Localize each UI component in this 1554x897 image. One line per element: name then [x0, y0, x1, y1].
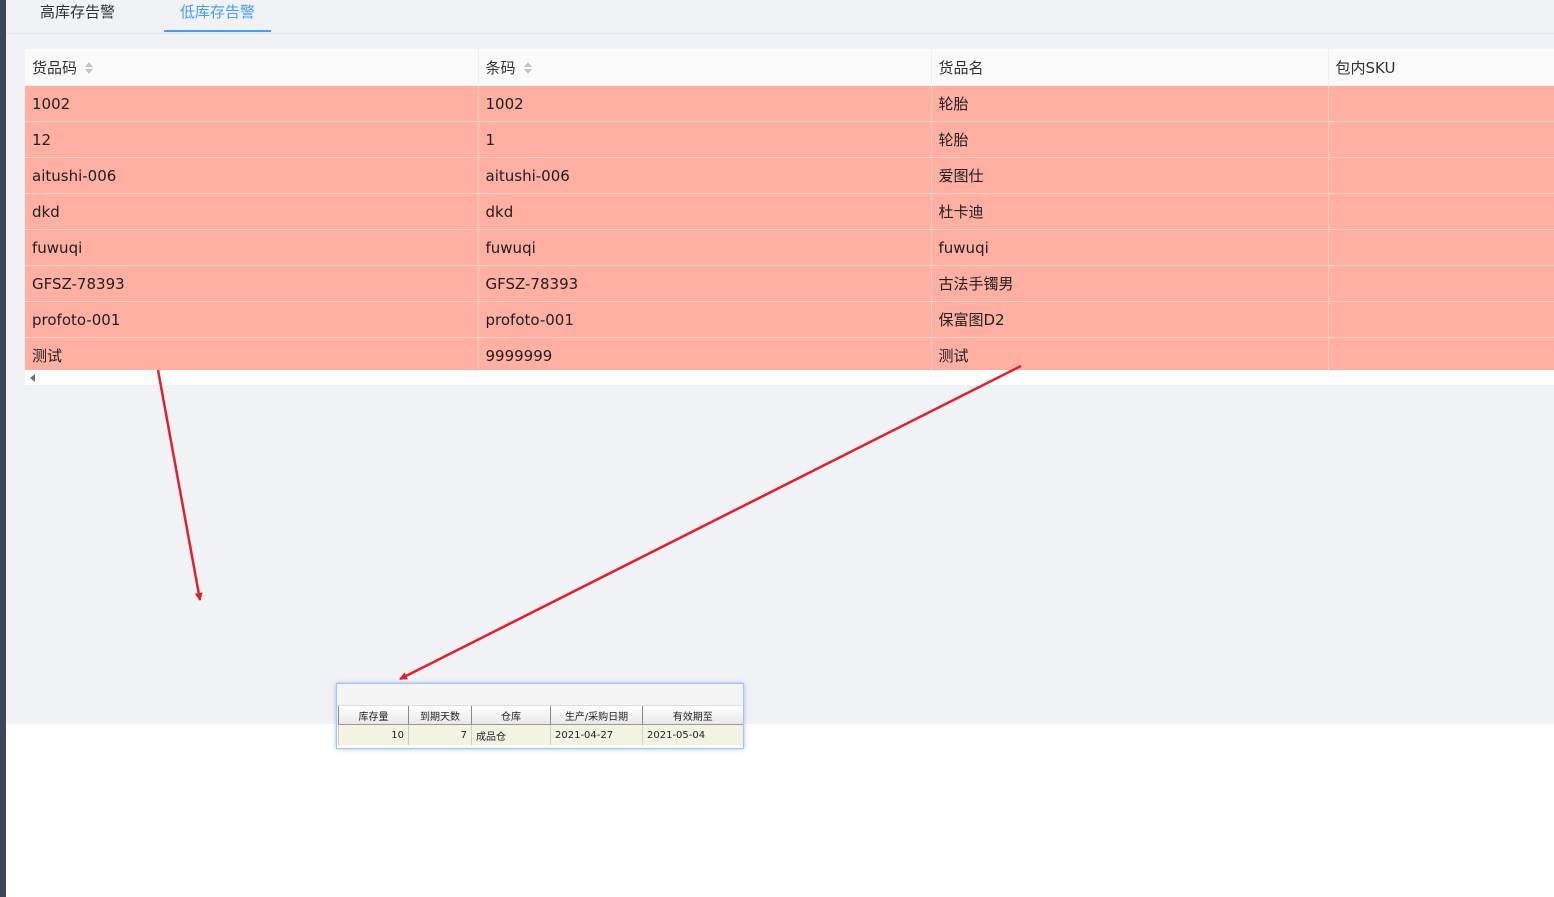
popup-header-production-date: 生产/采购日期	[550, 706, 643, 725]
popup-header-warehouse: 仓库	[471, 706, 551, 725]
popup-header-stock-qty: 库存量	[338, 706, 409, 725]
popup-cell-stock-qty: 10	[338, 724, 409, 745]
annotation-arrow-left	[156, 369, 203, 601]
popup-data-row: 10 7 成品仓 2021-04-27 2021-05-04	[338, 724, 743, 745]
popup-cell-expiry-date: 2021-05-04	[642, 724, 743, 745]
popup-cell-production-date: 2021-04-27	[550, 724, 643, 745]
popup-cell-days-to-expiry: 7	[408, 724, 472, 745]
popup-header-row: 库存量 到期天数 仓库 生产/采购日期 有效期至	[338, 706, 743, 725]
annotation-arrows	[156, 364, 1022, 681]
annotation-arrow-right	[399, 364, 1022, 681]
stock-detail-popup: 库存量 到期天数 仓库 生产/采购日期 有效期至 10 7 成品仓 2021-0…	[336, 683, 744, 749]
popup-header-days-to-expiry: 到期天数	[408, 706, 472, 725]
popup-toolbar	[337, 684, 743, 706]
popup-header-expiry-date: 有效期至	[642, 706, 743, 725]
popup-cell-warehouse: 成品仓	[471, 724, 551, 745]
